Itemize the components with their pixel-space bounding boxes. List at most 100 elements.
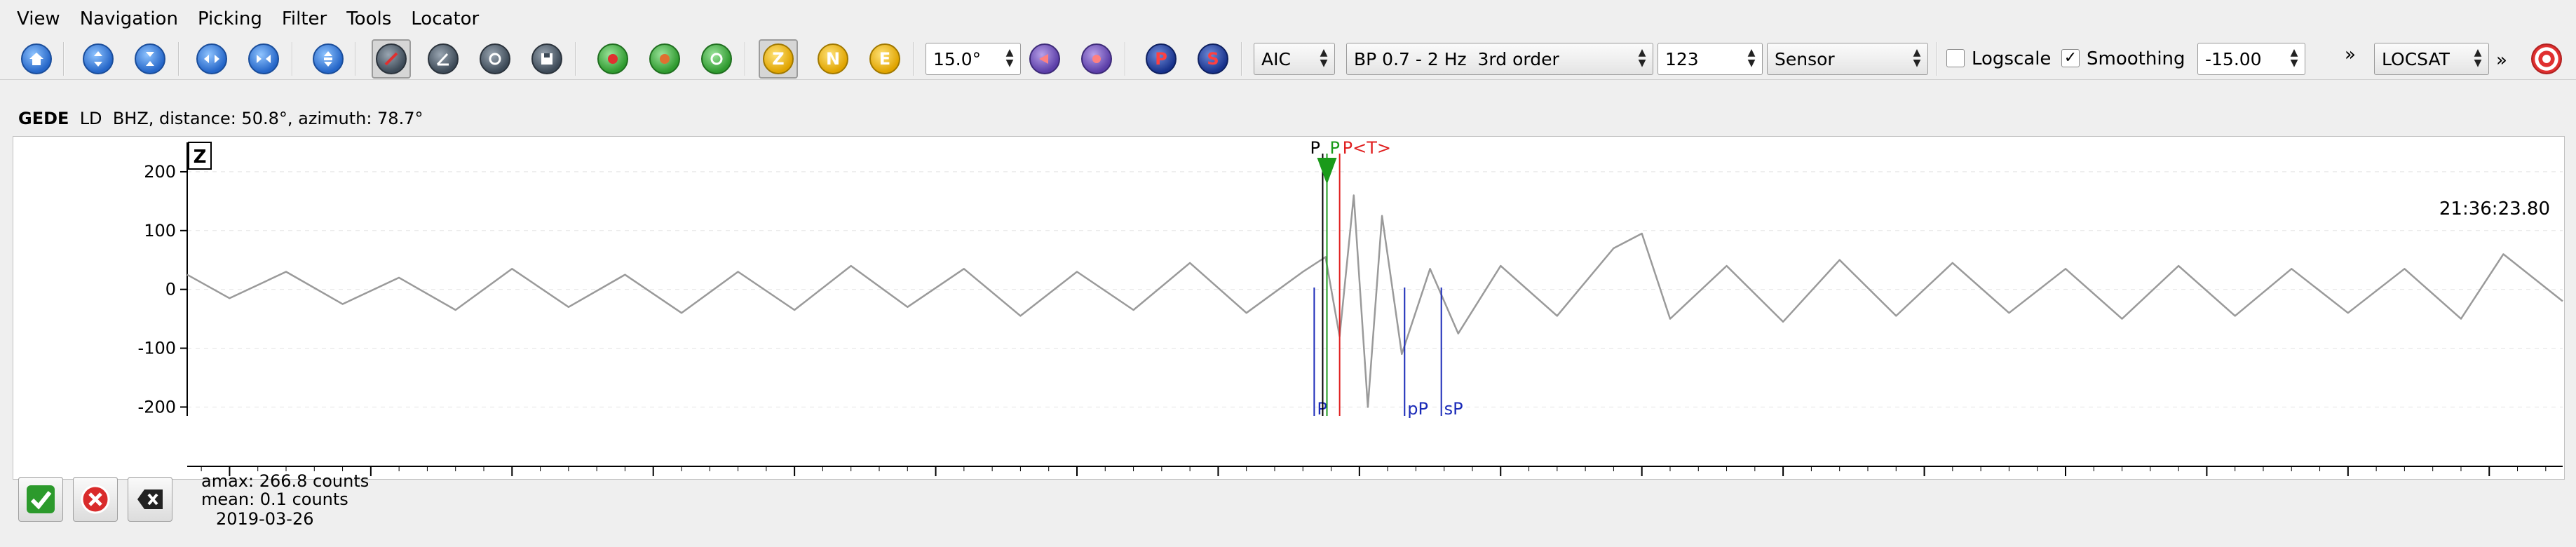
seismogram-plot[interactable]: 2001000-100-200Z21:35:4521:35:5021:35:55… <box>13 136 2565 508</box>
trace-panel: GEDE LD BHZ, distance: 50.8°, azimuth: 7… <box>0 80 2576 547</box>
zoom-time-out-button[interactable] <box>244 39 283 79</box>
y-tick-label: -100 <box>138 339 176 358</box>
menu-navigation[interactable]: Navigation <box>70 0 188 38</box>
menu-bar: View Navigation Picking Filter Tools Loc… <box>0 0 2576 38</box>
chevron-updown-icon: ▲ ▼ <box>2474 47 2482 69</box>
channel-code: BHZ <box>112 109 149 128</box>
align-theoretical-button[interactable] <box>423 39 463 79</box>
arrows-vertical-in-icon <box>83 43 114 74</box>
arrows-horizontal-in-icon <box>196 43 227 74</box>
spinbox-arrows-icon[interactable]: ▲ ▼ <box>1745 48 1758 70</box>
filter-order-input[interactable]: 123 ▲ ▼ <box>1658 43 1763 75</box>
component-z-icon: Z <box>763 43 794 74</box>
zoom-time-in-button[interactable] <box>192 39 231 79</box>
chevron-updown-icon: ▲ ▼ <box>1913 47 1921 69</box>
rotate-q-icon <box>701 43 732 74</box>
menu-filter[interactable]: Filter <box>272 0 337 38</box>
pick-p-icon: P <box>1146 43 1177 74</box>
menu-tools[interactable]: Tools <box>337 0 401 38</box>
component-n-icon: N <box>818 43 848 74</box>
reject-button[interactable] <box>73 477 118 522</box>
component-z-button[interactable]: Z <box>759 39 798 79</box>
seismogram-svg[interactable]: 2001000-100-200Z21:35:4521:35:5021:35:55… <box>13 137 2565 501</box>
component-badge: Z <box>194 147 207 168</box>
smoothing-value-input[interactable]: -15.00 ▲ ▼ <box>2197 43 2305 75</box>
unit-mode-select[interactable]: Sensor ▲ ▼ <box>1767 43 1928 75</box>
y-tick-label: 100 <box>144 221 176 241</box>
pick-label: P <box>1310 138 1320 158</box>
angle-icon <box>428 43 459 74</box>
backspace-icon <box>137 489 163 509</box>
pick-s-button[interactable]: S <box>1193 39 1233 79</box>
chevron-updown-icon: ▲ ▼ <box>1638 47 1646 69</box>
filter-toggle-button[interactable] <box>1077 39 1116 79</box>
pick-s-icon: S <box>1198 43 1228 74</box>
spinbox-arrows-icon[interactable]: ▲ ▼ <box>1003 48 1016 70</box>
accept-button[interactable] <box>18 477 63 522</box>
amax-text: amax: 266.8 counts <box>201 471 370 491</box>
pick-p-button[interactable]: P <box>1141 39 1181 79</box>
rotate-zne-button[interactable] <box>645 39 684 79</box>
logscale-checkbox[interactable] <box>1946 49 1965 67</box>
waveform-line <box>187 194 2563 408</box>
component-n-button[interactable]: N <box>813 39 853 79</box>
toolbar-overflow-icon[interactable]: » <box>2345 39 2356 70</box>
pick-marker-icon <box>1317 158 1337 184</box>
rotate-s-icon <box>649 43 680 74</box>
record-view-button[interactable] <box>475 39 515 79</box>
close-icon <box>81 485 110 514</box>
locator-select[interactable]: LOCSAT ▲ ▼ <box>2374 43 2489 75</box>
arrow-left-icon <box>1029 43 1060 74</box>
zoom-amplitude-in-button[interactable] <box>79 39 118 79</box>
arrows-scroll-icon <box>313 43 344 74</box>
pick-label: P <box>1330 138 1340 158</box>
theoretical-arrival-label: sP <box>1444 399 1463 419</box>
smoothing-label: Smoothing <box>2087 48 2185 69</box>
zoom-degree-input[interactable]: 15.0° ▲ ▼ <box>926 43 1021 75</box>
filter-rotation-button[interactable] <box>1025 39 1064 79</box>
home-icon <box>21 43 52 74</box>
logscale-label: Logscale <box>1972 48 2052 69</box>
y-tick-label: 200 <box>144 162 176 182</box>
delete-button[interactable] <box>128 477 172 522</box>
relocate-button[interactable] <box>2527 39 2566 79</box>
zoom-amplitude-out-button[interactable] <box>130 39 170 79</box>
menu-view[interactable]: View <box>7 0 70 38</box>
checkmark-icon <box>27 485 55 513</box>
theoretical-arrival-label: pP <box>1407 399 1428 419</box>
toolbar-overflow-icon[interactable]: » <box>2496 45 2507 76</box>
arrows-horizontal-out-icon <box>248 43 279 74</box>
y-tick-label: 0 <box>165 280 176 299</box>
align-origin-button[interactable] <box>372 39 411 79</box>
record-icon <box>480 43 510 74</box>
menu-locator[interactable]: Locator <box>401 0 489 38</box>
trace-stats: amax: 266.8 counts mean: 0.1 counts <box>201 472 369 508</box>
pick-label: P<T> <box>1343 138 1391 158</box>
filter-select[interactable]: BP 0.7 - 2 Hz 3rd order ▲ ▼ <box>1346 43 1653 75</box>
save-view-button[interactable] <box>527 39 567 79</box>
home-button[interactable] <box>17 39 56 79</box>
filter-icon <box>1081 43 1112 74</box>
chevron-updown-icon: ▲ ▼ <box>1320 47 1328 69</box>
target-icon <box>2531 43 2562 74</box>
mean-text: mean: 0.1 counts <box>201 489 348 509</box>
spinbox-arrows-icon[interactable]: ▲ ▼ <box>2288 48 2300 70</box>
rotate-lqt-button[interactable] <box>697 39 736 79</box>
y-tick-label: -200 <box>138 397 176 417</box>
menu-picking[interactable]: Picking <box>188 0 272 38</box>
compass-icon <box>376 43 407 74</box>
scroll-button[interactable] <box>309 39 348 79</box>
rotate-button[interactable] <box>593 39 632 79</box>
component-e-icon: E <box>869 43 900 74</box>
disk-icon <box>531 43 562 74</box>
rotate-p-icon <box>597 43 628 74</box>
component-e-button[interactable]: E <box>865 39 904 79</box>
station-code: GEDE <box>18 109 69 128</box>
trace-header: GEDE LD BHZ, distance: 50.8°, azimuth: 7… <box>18 108 423 129</box>
picker-method-select[interactable]: AIC ▲ ▼ <box>1254 43 1335 75</box>
arrows-vertical-out-icon <box>135 43 165 74</box>
smoothing-checkbox[interactable]: ✓ <box>2061 49 2080 67</box>
trace-date: 2019-03-26 <box>216 509 314 529</box>
distance-azimuth: , distance: 50.8°, azimuth: 78.7° <box>148 109 423 128</box>
current-time: 21:36:23.80 <box>2439 198 2550 220</box>
